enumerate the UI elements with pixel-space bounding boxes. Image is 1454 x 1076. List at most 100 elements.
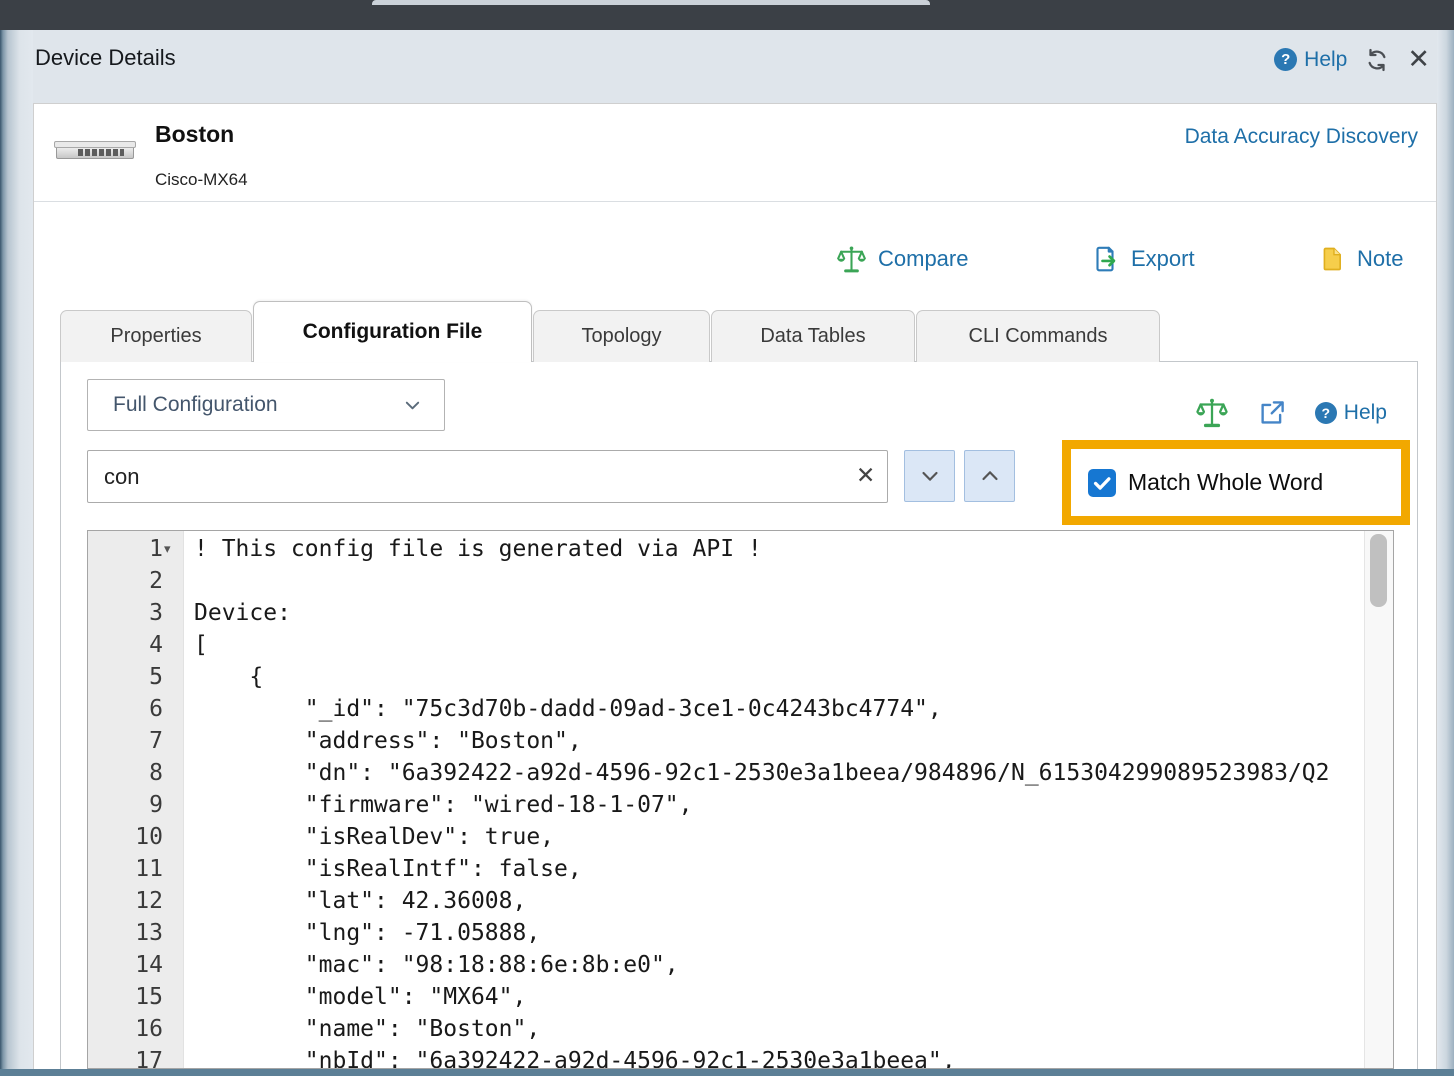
window-top-bar [0, 0, 1454, 30]
code-line: 17 "nbId": "6a392422-a92d-4596-92c1-2530… [88, 1045, 1364, 1068]
line-text: "isRealIntf": false, [184, 853, 582, 885]
code-line: 8 "dn": "6a392422-a92d-4596-92c1-2530e3a… [88, 757, 1364, 789]
line-text: "address": "Boston", [184, 725, 582, 757]
line-text: "_id": "75c3d70b-dadd-09ad-3ce1-0c4243bc… [184, 693, 942, 725]
code-lines: 1 ▾ ! This config file is generated via … [88, 533, 1364, 1068]
line-text: "dn": "6a392422-a92d-4596-92c1-2530e3a1b… [184, 757, 1329, 789]
note-button[interactable]: Note [1318, 241, 1403, 277]
device-details-panel: Boston Cisco-MX64 Data Accuracy Discover… [33, 103, 1437, 1069]
code-line: 15 "model": "MX64", [88, 981, 1364, 1013]
code-scrollbar-thumb[interactable] [1370, 534, 1387, 607]
code-line: 13 "lng": -71.05888, [88, 917, 1364, 949]
find-next-button[interactable] [904, 450, 955, 502]
header-help-link[interactable]: ? Help [1274, 48, 1347, 72]
line-text [184, 565, 194, 597]
export-button[interactable]: Export [1090, 241, 1195, 277]
window-right-edge [1437, 30, 1454, 1069]
device-image [56, 144, 134, 159]
note-icon [1318, 244, 1346, 274]
fold-toggle-icon[interactable]: ▾ [164, 533, 171, 565]
close-icon[interactable]: ✕ [1407, 46, 1430, 73]
code-line: 9 "firmware": "wired-18-1-07", [88, 789, 1364, 821]
open-in-new-window-icon[interactable] [1257, 398, 1287, 428]
data-accuracy-discovery-link[interactable]: Data Accuracy Discovery [1185, 125, 1418, 149]
line-text: "isRealDev": true, [184, 821, 554, 853]
code-line: 16 "name": "Boston", [88, 1013, 1364, 1045]
tab-bar: Properties Configuration File Topology D… [60, 301, 1161, 362]
config-code-viewer: 1 ▾ ! This config file is generated via … [87, 530, 1394, 1069]
header-help-label: Help [1304, 48, 1347, 72]
code-line: 3 Device: [88, 597, 1364, 629]
line-number: 4 [88, 629, 184, 661]
help-question-icon: ? [1274, 48, 1297, 71]
configuration-file-tab-content: Full Configuration [60, 361, 1418, 1069]
line-text: ! This config file is generated via API … [184, 533, 762, 565]
line-number: 14 [88, 949, 184, 981]
tab-properties[interactable]: Properties [60, 310, 252, 362]
tab-data-tables[interactable]: Data Tables [711, 310, 915, 362]
export-label: Export [1131, 246, 1195, 272]
divider [34, 201, 1436, 202]
dialog-title: Device Details [35, 45, 176, 71]
window-left-edge [0, 30, 33, 1069]
code-line: 11 "isRealIntf": false, [88, 853, 1364, 885]
code-line: 10 "isRealDev": true, [88, 821, 1364, 853]
line-text: [ [184, 629, 208, 661]
device-model: Cisco-MX64 [155, 170, 248, 190]
compare-label: Compare [878, 246, 968, 272]
code-line: 1 ▾ ! This config file is generated via … [88, 533, 1364, 565]
code-line: 14 "mac": "98:18:88:6e:8b:e0", [88, 949, 1364, 981]
line-number: 9 [88, 789, 184, 821]
line-text: "mac": "98:18:88:6e:8b:e0", [184, 949, 679, 981]
find-previous-button[interactable] [964, 450, 1015, 502]
tab-configuration-file[interactable]: Configuration File [253, 301, 532, 362]
code-scrollbar-track[interactable] [1364, 531, 1393, 1068]
code-line: 5 { [88, 661, 1364, 693]
tab-topology[interactable]: Topology [533, 310, 710, 362]
tab-cli-commands[interactable]: CLI Commands [916, 310, 1160, 362]
line-number: 8 [88, 757, 184, 789]
code-line: 7 "address": "Boston", [88, 725, 1364, 757]
note-label: Note [1357, 246, 1403, 272]
line-text: "model": "MX64", [184, 981, 526, 1013]
chevron-down-icon [403, 396, 422, 415]
device-name: Boston [155, 121, 234, 148]
help-question-icon: ? [1315, 402, 1337, 424]
line-number: 12 [88, 885, 184, 917]
code-line: 4 [ [88, 629, 1364, 661]
config-help-label: Help [1344, 401, 1387, 425]
match-whole-word-toggle[interactable]: Match Whole Word [1071, 469, 1323, 497]
line-text: "name": "Boston", [184, 1013, 540, 1045]
line-number: 6 [88, 693, 184, 725]
checkbox-checked-icon[interactable] [1088, 469, 1116, 497]
refresh-icon[interactable] [1364, 47, 1390, 73]
line-number: 13 [88, 917, 184, 949]
line-text: "nbId": "6a392422-a92d-4596-92c1-2530e3a… [184, 1045, 956, 1068]
compare-button[interactable]: Compare [836, 241, 968, 277]
line-number: 16 [88, 1013, 184, 1045]
clear-search-icon[interactable]: ✕ [856, 462, 875, 489]
line-number: 10 [88, 821, 184, 853]
scales-icon [836, 244, 867, 275]
line-number: 3 [88, 597, 184, 629]
code-line: 6 "_id": "75c3d70b-dadd-09ad-3ce1-0c4243… [88, 693, 1364, 725]
line-number: 15 [88, 981, 184, 1013]
config-help-link[interactable]: ? Help [1315, 401, 1387, 425]
code-line: 2 [88, 565, 1364, 597]
window-tab-notch [372, 0, 930, 5]
configuration-type-dropdown[interactable]: Full Configuration [87, 379, 445, 431]
line-number: 7 [88, 725, 184, 757]
line-number: 11 [88, 853, 184, 885]
search-input[interactable] [87, 450, 888, 503]
line-text: "firmware": "wired-18-1-07", [184, 789, 693, 821]
line-number: 17 [88, 1045, 184, 1068]
line-text: { [184, 661, 263, 693]
match-whole-word-highlight: Match Whole Word [1062, 440, 1410, 525]
line-number: 2 [88, 565, 184, 597]
export-icon [1090, 244, 1120, 274]
dropdown-selected-value: Full Configuration [88, 393, 403, 417]
line-text: Device: [184, 597, 291, 629]
match-whole-word-label: Match Whole Word [1128, 469, 1323, 496]
compare-config-icon[interactable] [1195, 396, 1229, 430]
line-number: 5 [88, 661, 184, 693]
